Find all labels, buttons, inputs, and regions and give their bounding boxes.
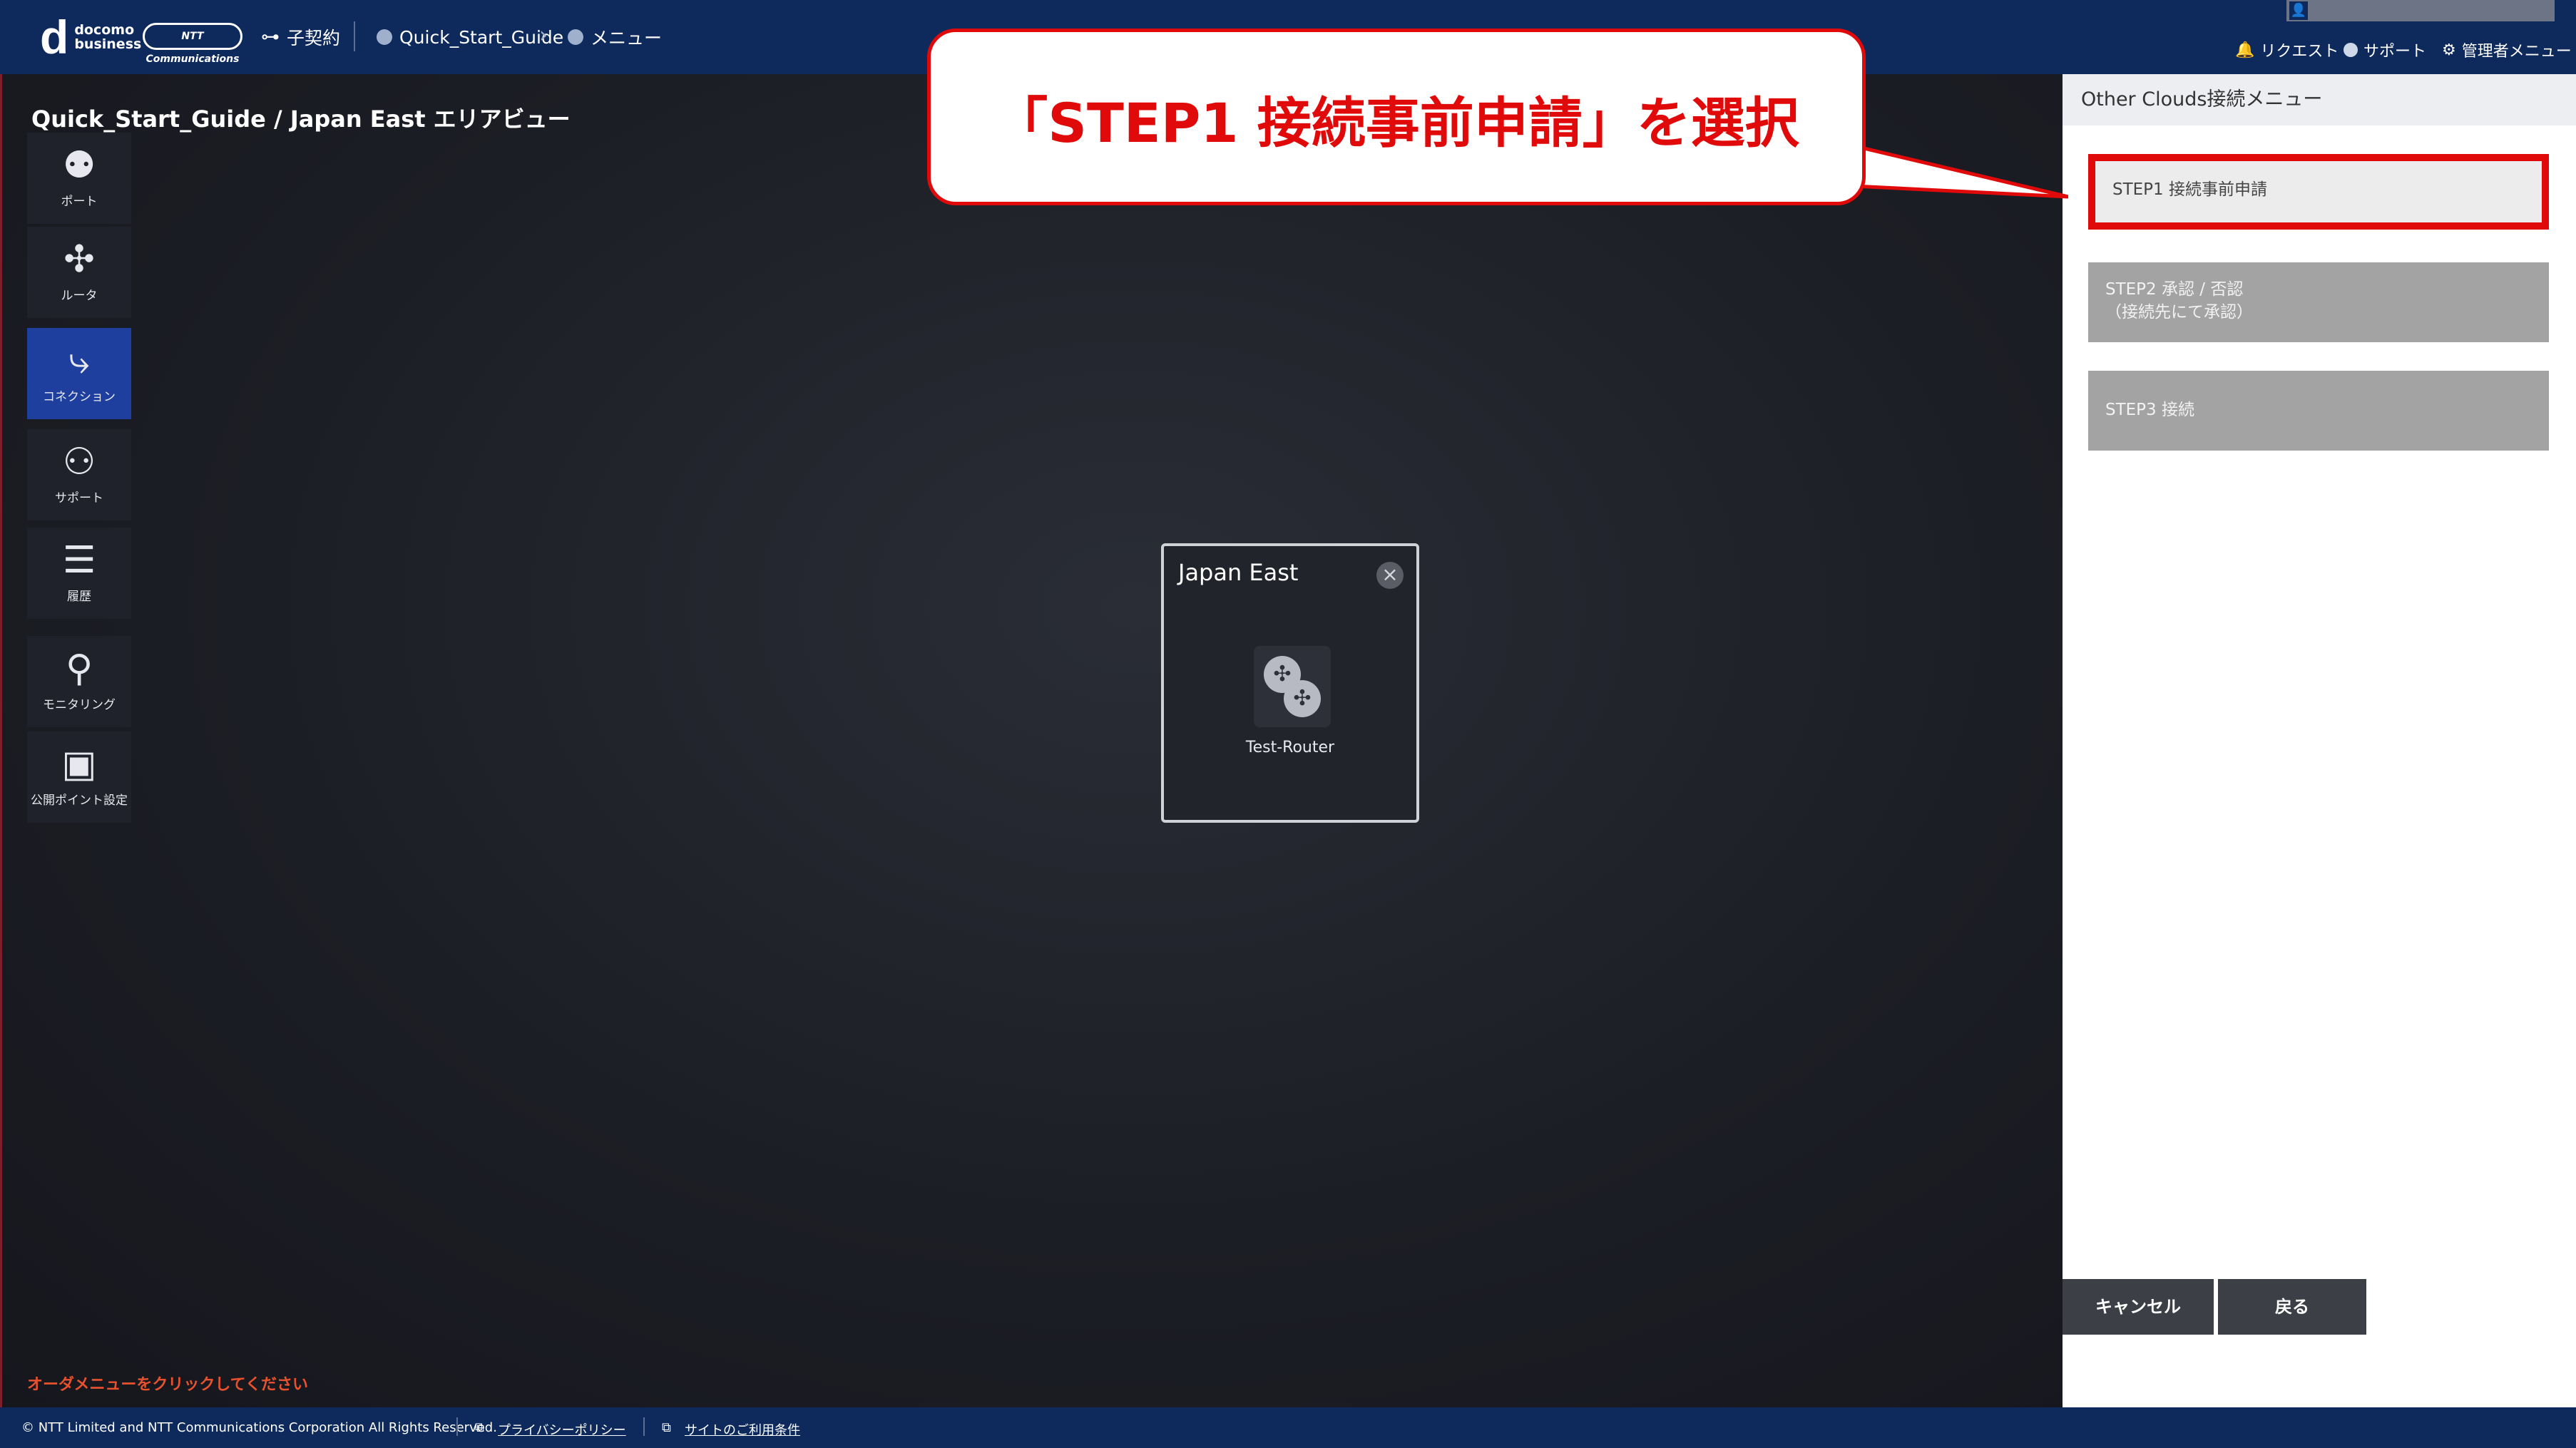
help-icon	[2344, 43, 2358, 57]
copyright-text: © NTT Limited and NTT Communications Cor…	[21, 1420, 497, 1435]
subcontract-link[interactable]: ⊶ 子契約	[261, 24, 340, 50]
order-hint-text: オーダメニューをクリックしてください	[27, 1376, 309, 1394]
router-name: Test-Router	[1245, 739, 1335, 756]
docomo-logo-line2: business	[74, 36, 142, 52]
support-link[interactable]: サポート	[2344, 38, 2426, 61]
step2-sublabel: （接続先にて承認）	[2105, 303, 2253, 322]
sidebar-item-connection[interactable]: ⤷ コネクション	[27, 328, 131, 419]
admin-menu-label: 管理者メニュー	[2461, 43, 2572, 61]
step1-label: STEP1 接続事前申請	[2112, 180, 2267, 199]
menu-icon	[568, 29, 583, 45]
sidebar-item-label: コネクション	[43, 390, 116, 404]
sidebar-item-port[interactable]: ⚉ ポート	[27, 133, 131, 224]
support-icon: ⚇	[62, 441, 96, 483]
support-label: サポート	[2363, 43, 2427, 61]
external-link-icon: ⧉	[475, 1420, 484, 1435]
sidebar-item-label: 公開ポイント設定	[31, 794, 128, 808]
sidebar-item-public-point[interactable]: ▣ 公開ポイント設定	[27, 731, 131, 823]
sidebar-item-monitoring[interactable]: ⚲ モニタリング	[27, 636, 131, 727]
terms-of-use-link[interactable]: サイトのご利用条件	[685, 1420, 800, 1439]
sidebar-item-label: モニタリング	[43, 698, 116, 712]
request-label: リクエスト	[2260, 43, 2339, 61]
step1-pre-application-button[interactable]: STEP1 接続事前申請	[2088, 154, 2549, 230]
breadcrumb-project[interactable]: Quick_Start_Guide	[377, 24, 563, 50]
panel-title: Other Clouds接続メニュー	[2063, 74, 2576, 125]
docomo-logo-mark: d	[40, 11, 69, 63]
step3-label: STEP3 接続	[2105, 401, 2194, 419]
sidebar-item-support[interactable]: ⚇ サポート	[27, 429, 131, 520]
project-icon	[377, 29, 392, 45]
gear-icon: ⚙	[2442, 41, 2456, 59]
sidebar-item-label: ルータ	[61, 289, 98, 303]
page-title: Quick_Start_Guide / Japan East エリアビュー	[31, 106, 571, 133]
sidebar-item-history[interactable]: ☰ 履歴	[27, 528, 131, 619]
user-account-area[interactable]	[2286, 0, 2555, 21]
user-icon: 👤	[2289, 1, 2308, 20]
ntt-communications-logo: NTT Communications	[143, 23, 242, 65]
docomo-logo-line1: docomo	[74, 22, 135, 38]
sidebar-item-label: サポート	[55, 491, 103, 505]
footer-divider	[643, 1417, 645, 1436]
step3-connect-button[interactable]: STEP3 接続	[2088, 371, 2549, 451]
bell-icon: 🔔	[2235, 41, 2255, 59]
back-button[interactable]: 戻る	[2218, 1279, 2366, 1335]
area-card: Japan East × ✣ ✣ Test-Router	[1161, 543, 1419, 823]
sidebar-item-label: 履歴	[67, 590, 91, 604]
monitor-icon: ▣	[61, 743, 97, 786]
area-card-title: Japan East	[1178, 559, 1299, 586]
admin-menu-link[interactable]: ⚙ 管理者メニュー	[2442, 38, 2572, 61]
chevron-right-icon: ›	[539, 23, 548, 48]
area-view-canvas	[0, 74, 2063, 1407]
sidebar-item-label: ポート	[61, 195, 98, 209]
external-link-icon: ⧉	[662, 1420, 671, 1435]
port-icon: ⚉	[62, 144, 96, 187]
other-clouds-connection-panel: Other Clouds接続メニュー STEP1 接続事前申請 STEP2 承認…	[2063, 74, 2576, 1407]
hierarchy-icon: ⊶	[261, 26, 280, 48]
request-link[interactable]: 🔔 リクエスト	[2235, 38, 2339, 61]
connection-icon: ⤷	[68, 339, 90, 382]
subcontract-label: 子契約	[287, 28, 341, 48]
instruction-callout: 「STEP1 接続事前申請」を選択	[927, 29, 1866, 205]
sidebar-item-router[interactable]: ✣ ルータ	[27, 227, 131, 318]
close-icon[interactable]: ×	[1376, 562, 1404, 589]
callout-pointer	[1840, 140, 2068, 199]
footer: © NTT Limited and NTT Communications Cor…	[0, 1407, 2576, 1448]
docomo-business-logo[interactable]: d docomo business	[40, 11, 142, 63]
topbar-divider	[354, 21, 355, 51]
step2-label: STEP2 承認 / 否認	[2105, 280, 2244, 299]
router-node[interactable]: ✣ ✣	[1254, 646, 1331, 727]
breadcrumb-menu[interactable]: メニュー	[568, 24, 662, 50]
footer-divider	[456, 1417, 458, 1436]
history-icon: ☰	[62, 539, 96, 582]
router-icon: ✣	[63, 238, 95, 281]
cancel-button[interactable]: キャンセル	[2063, 1279, 2214, 1335]
privacy-policy-link[interactable]: プライバシーポリシー	[498, 1420, 626, 1439]
router-icon: ✣	[1284, 680, 1321, 717]
step2-approve-reject-button[interactable]: STEP2 承認 / 否認 （接続先にて承認）	[2088, 262, 2549, 342]
monitoring-icon: ⚲	[65, 647, 93, 690]
breadcrumb-menu-label: メニュー	[591, 28, 663, 48]
callout-text: 「STEP1 接続事前申請」を選択	[993, 91, 1799, 155]
